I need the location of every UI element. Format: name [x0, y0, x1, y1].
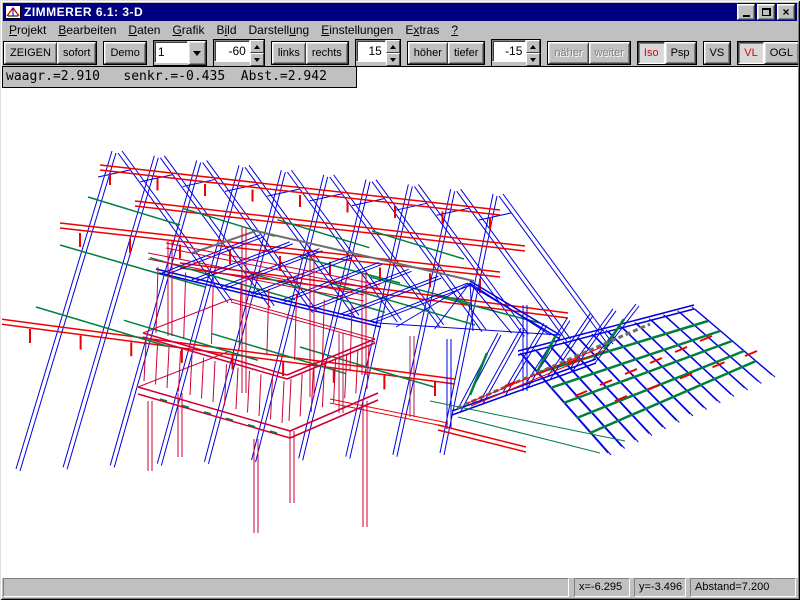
vs-button[interactable]: VS [704, 42, 731, 64]
zoom-value[interactable]: -15 [492, 40, 526, 62]
menu-extras[interactable]: Extras [399, 22, 445, 38]
rotate-spinner: -60 [213, 39, 265, 67]
group-projection: Iso Psp [637, 41, 697, 65]
rechts-button[interactable]: rechts [306, 42, 348, 64]
menu-bild[interactable]: Bild [210, 22, 242, 38]
view-select-value[interactable]: 1 [154, 41, 188, 63]
status-y: y=-3.496 [634, 578, 686, 597]
view-select: 1 [153, 40, 207, 66]
menu-projekt[interactable]: Projekt [3, 22, 52, 38]
links-button[interactable]: links [272, 42, 306, 64]
menu-darstellung[interactable]: Darstellung [243, 22, 316, 38]
arrow-up-icon [390, 45, 396, 49]
tiefer-button[interactable]: tiefer [448, 42, 484, 64]
zoom-up-button[interactable] [526, 40, 540, 53]
group-rotate: links rechts [271, 41, 349, 65]
toolbar: ZEIGEN sofort Demo 1 -60 links rechts 15… [3, 40, 797, 66]
rotate-up-button[interactable] [250, 40, 264, 53]
tilt-up-button[interactable] [386, 40, 400, 53]
zoom-spinner: -15 [491, 39, 541, 67]
group-tilt: höher tiefer [407, 41, 486, 65]
sofort-button[interactable]: sofort [57, 42, 97, 64]
demo-button[interactable]: Demo [104, 42, 145, 64]
weiter-button: weiter [589, 42, 630, 64]
3d-viewport[interactable] [2, 67, 798, 579]
title-bar[interactable]: ZIMMERER 6.1: 3-D × [3, 3, 797, 21]
menu-daten[interactable]: Daten [122, 22, 166, 38]
vl-button[interactable]: VL [738, 42, 763, 64]
arrow-down-icon [390, 58, 396, 62]
minimize-icon [743, 15, 750, 17]
group-zoom: näher weiter [547, 41, 630, 65]
tilt-spinner: 15 [355, 39, 401, 67]
group-vs: VS [703, 41, 732, 65]
arrow-up-icon [530, 45, 536, 49]
rotate-down-button[interactable] [250, 53, 264, 66]
close-icon: × [782, 7, 789, 17]
arrow-down-icon [530, 58, 536, 62]
tilt-down-button[interactable] [386, 53, 400, 66]
restore-icon [762, 8, 771, 16]
coordinate-readout: waagr.=2.910 senkr.=-0.435 Abst.=2.942 [2, 66, 357, 88]
rotate-value[interactable]: -60 [214, 40, 250, 62]
status-distance: Abstand=7.200 [690, 578, 796, 597]
menu-help[interactable]: ? [445, 22, 464, 38]
tilt-value[interactable]: 15 [356, 40, 386, 62]
status-bar: x=-6.295 y=-3.496 Abstand=7.200 [3, 578, 797, 597]
psp-button[interactable]: Psp [665, 42, 696, 64]
zeigen-button[interactable]: ZEIGEN [4, 42, 57, 64]
group-demo: Demo [103, 41, 146, 65]
arrow-down-icon [254, 58, 260, 62]
restore-button[interactable] [757, 4, 775, 20]
naeher-button: näher [548, 42, 588, 64]
minimize-button[interactable] [737, 4, 755, 20]
menu-bearbeiten[interactable]: Bearbeiten [52, 22, 122, 38]
window-title: ZIMMERER 6.1: 3-D [24, 3, 735, 21]
app-icon [5, 5, 21, 19]
drawing-canvas[interactable] [2, 66, 798, 578]
iso-button[interactable]: Iso [638, 42, 665, 64]
menu-bar: Projekt Bearbeiten Daten Grafik Bild Dar… [3, 21, 797, 39]
hoeher-button[interactable]: höher [408, 42, 448, 64]
group-render: VL OGL [737, 41, 800, 65]
group-show: ZEIGEN sofort [3, 41, 97, 65]
close-button[interactable]: × [777, 4, 795, 20]
ogl-button[interactable]: OGL [764, 42, 799, 64]
arrow-up-icon [254, 45, 260, 49]
menu-einstellungen[interactable]: Einstellungen [315, 22, 399, 38]
view-select-dropdown-button[interactable] [188, 41, 206, 65]
chevron-down-icon [193, 51, 201, 56]
status-message-panel [3, 578, 569, 597]
zoom-down-button[interactable] [526, 53, 540, 66]
status-x: x=-6.295 [574, 578, 630, 597]
menu-grafik[interactable]: Grafik [166, 22, 210, 38]
